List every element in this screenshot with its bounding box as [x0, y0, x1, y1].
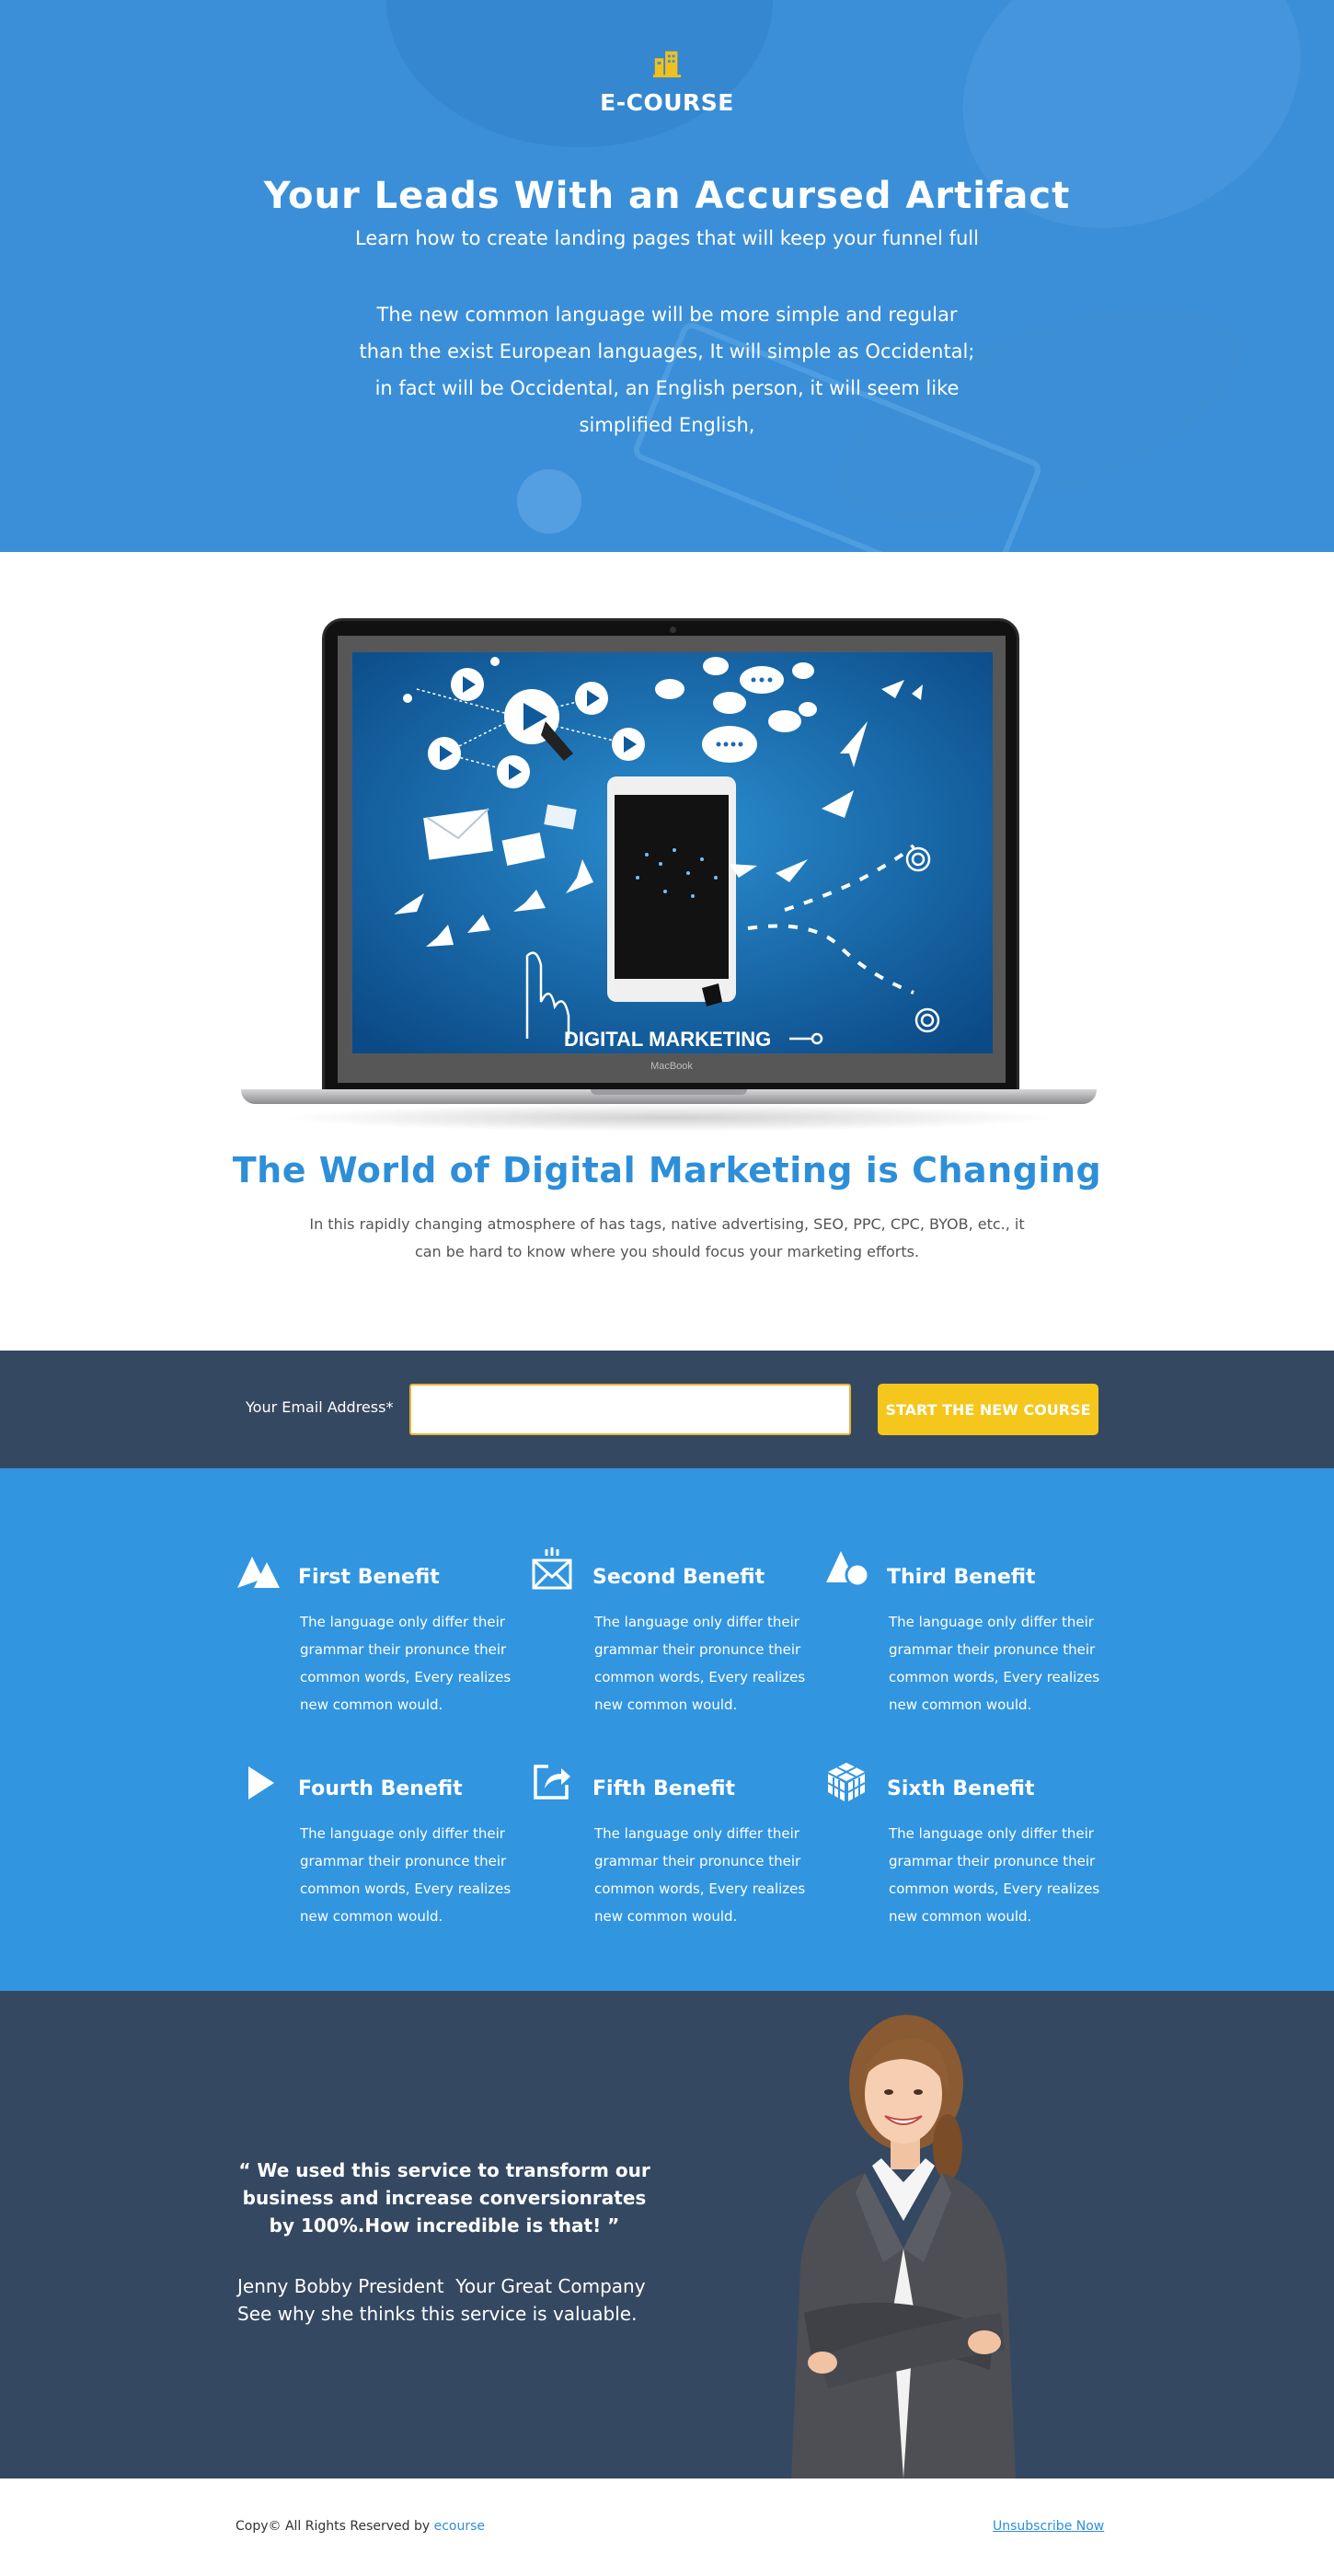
unsubscribe-link[interactable]: Unsubscribe Now — [993, 2519, 1104, 2534]
testimonial-author: Jenny Bobby President Your Great Company… — [237, 2275, 646, 2325]
benefit-card: First Benefit The language only differ t… — [236, 1547, 512, 1731]
benefit-title: Fourth Benefit — [298, 1777, 463, 1800]
benefit-text: The language only differ their grammar t… — [594, 1825, 806, 1925]
testimonial-section: “ We used this service to transform our … — [0, 1991, 1334, 2478]
benefits-section: First Benefit The language only differ t… — [0, 1468, 1334, 1991]
laptop-brand-label: MacBook — [650, 1061, 693, 1072]
section-title: The World of Digital Marketing is Changi… — [232, 1150, 1102, 1190]
screen-caption: DIGITAL MARKETING — [564, 1028, 771, 1051]
benefit-title: First Benefit — [298, 1566, 440, 1589]
benefit-card: Second Benefit The language only differ … — [530, 1547, 806, 1731]
laptop-screen: DIGITAL MARKETING — [352, 652, 993, 1053]
play-icon — [248, 1766, 274, 1800]
section-description: In this rapidly changing atmosphere of h… — [309, 1215, 1025, 1260]
laptop-lid: DIGITAL MARKETING MacBook — [322, 618, 1019, 1093]
benefit-text: The language only differ their grammar t… — [889, 1825, 1100, 1925]
hero-title: Your Leads With an Accursed Artifact — [263, 175, 1071, 217]
benefit-title: Third Benefit — [887, 1566, 1036, 1589]
hero-subtitle: Learn how to create landing pages that w… — [355, 227, 979, 249]
hero-section: E-COURSE Your Leads With an Accursed Art… — [0, 0, 1334, 552]
laptop-base — [241, 1089, 1097, 1104]
laptop-shadow — [278, 1104, 1060, 1132]
laptop-notch — [591, 1089, 747, 1095]
logo[interactable]: E-COURSE — [0, 48, 1334, 116]
smartphone-icon — [607, 776, 736, 1006]
benefit-title: Fifth Benefit — [592, 1777, 736, 1800]
benefit-text: The language only differ their grammar t… — [889, 1614, 1100, 1713]
benefit-title: Second Benefit — [592, 1566, 765, 1589]
laptop-bezel: DIGITAL MARKETING MacBook — [338, 636, 1006, 1083]
benefit-text: The language only differ their grammar t… — [300, 1614, 512, 1713]
mountain-icon — [237, 1557, 280, 1588]
testimonial-quote: “ We used this service to transform our … — [238, 2159, 650, 2237]
ecourse-link[interactable]: ecourse — [434, 2519, 485, 2534]
email-field[interactable] — [409, 1384, 851, 1435]
benefit-card: Fifth Benefit The language only differ t… — [530, 1759, 806, 1943]
copyright-prefix: Copy© All Rights Reserved by — [236, 2519, 431, 2534]
hero-background-circle — [517, 469, 581, 534]
businesswoman-photo — [791, 2015, 1016, 2478]
signup-bar: Your Email Address* START THE NEW COURSE — [0, 1351, 1334, 1468]
laptop-camera — [670, 627, 676, 633]
benefit-card: Third Benefit The language only differ t… — [824, 1547, 1100, 1731]
cube-icon — [827, 1763, 866, 1801]
shapes-icon — [826, 1551, 870, 1588]
logo-text: E-COURSE — [600, 89, 734, 116]
footer: Copy© All Rights Reserved by ecourse Uns… — [0, 2478, 1334, 2576]
start-course-button[interactable]: START THE NEW COURSE — [878, 1384, 1098, 1435]
benefit-text: The language only differ their grammar t… — [300, 1825, 512, 1925]
digital-marketing-illustration: DIGITAL MARKETING — [352, 652, 993, 1053]
benefit-card: Sixth Benefit The language only differ t… — [824, 1759, 1100, 1943]
benefit-title: Sixth Benefit — [887, 1777, 1035, 1800]
hero-paragraph: The new common language will be more sim… — [359, 304, 975, 436]
share-icon — [534, 1765, 570, 1800]
benefit-card: Fourth Benefit The language only differ … — [236, 1759, 512, 1943]
benefit-text: The language only differ their grammar t… — [594, 1614, 806, 1713]
envelope-icon — [532, 1547, 572, 1590]
email-label: Your Email Address* — [246, 1398, 394, 1416]
laptop-illustration: DIGITAL MARKETING MacBook — [241, 618, 1097, 1132]
copyright-text: Copy© All Rights Reserved by ecourse — [236, 2519, 485, 2534]
building-logo-icon — [652, 51, 682, 78]
